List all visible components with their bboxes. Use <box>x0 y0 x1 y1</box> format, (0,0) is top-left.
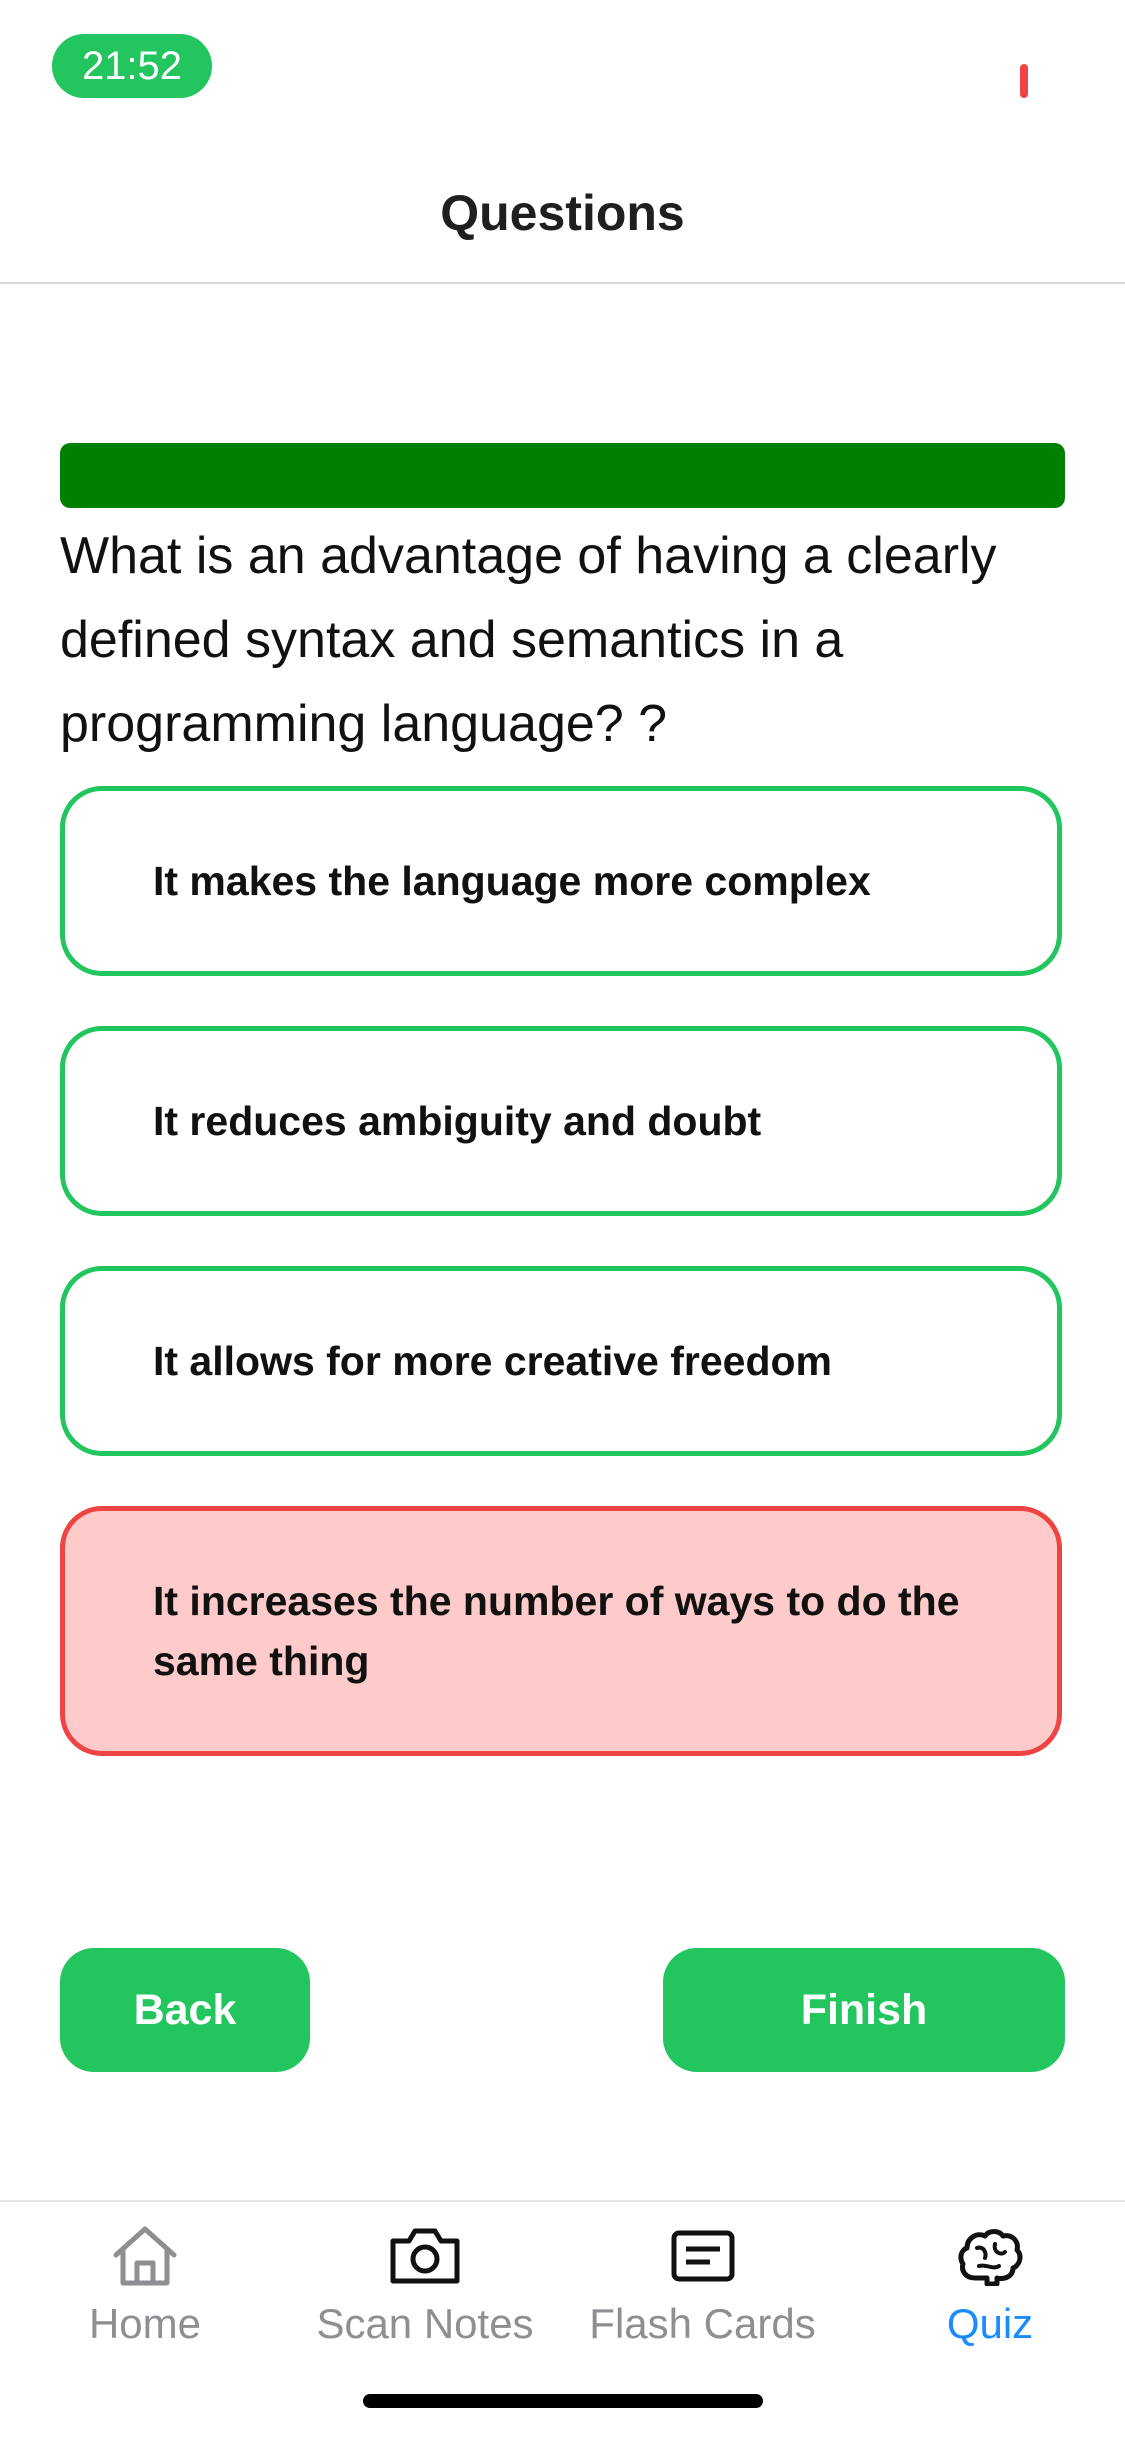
house-icon <box>110 2220 180 2292</box>
answer-label: It makes the language more complex <box>153 858 871 904</box>
progress-bar <box>60 443 1065 508</box>
card-icon <box>670 2220 736 2292</box>
answer-option-4[interactable]: It increases the number of ways to do th… <box>60 1506 1062 1756</box>
tab-home[interactable]: Home <box>40 2202 250 2372</box>
answer-option-2[interactable]: It reduces ambiguity and doubt <box>60 1026 1062 1216</box>
brain-icon <box>957 2220 1023 2292</box>
camera-icon <box>387 2220 463 2292</box>
recording-indicator <box>1020 64 1028 98</box>
tab-label: Quiz <box>946 2300 1034 2347</box>
answer-label: It increases the number of ways to do th… <box>153 1578 960 1684</box>
finish-button[interactable]: Finish <box>663 1948 1065 2072</box>
tab-quiz[interactable]: Quiz <box>890 2202 1090 2372</box>
progress-bar-fill <box>60 443 1065 508</box>
answer-label: It reduces ambiguity and doubt <box>153 1098 762 1144</box>
answer-option-1[interactable]: It makes the language more complex <box>60 786 1062 976</box>
tab-label: Home <box>88 2300 202 2347</box>
home-indicator[interactable] <box>363 2394 763 2408</box>
status-time: 21:52 <box>52 34 212 98</box>
answer-option-3[interactable]: It allows for more creative freedom <box>60 1266 1062 1456</box>
tab-scan-notes[interactable]: Scan Notes <box>295 2202 555 2372</box>
question-text: What is an advantage of having a clearly… <box>60 527 997 753</box>
tab-label: Flash Cards <box>589 2300 816 2347</box>
answer-label: It allows for more creative freedom <box>153 1338 833 1384</box>
nav-bar: Questions <box>0 150 1125 284</box>
page-title: Questions <box>440 185 685 241</box>
tab-flash-cards[interactable]: Flash Cards <box>570 2202 835 2372</box>
tab-label: Scan Notes <box>316 2300 534 2347</box>
back-button[interactable]: Back <box>60 1948 310 2072</box>
